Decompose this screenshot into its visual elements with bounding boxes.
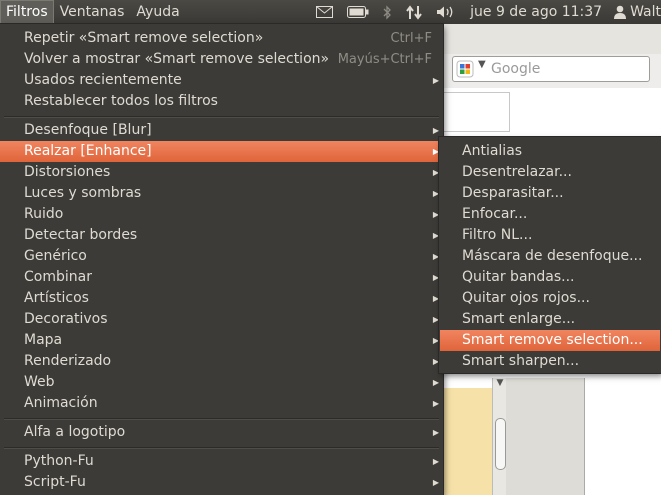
submenu-arrow-icon: ▶ [432, 378, 439, 387]
top-panel: Filtros Ventanas Ayuda jue 9 de ago 11:3… [0, 0, 661, 24]
yellow-panel [440, 388, 493, 495]
submenu-item-destripe[interactable]: Quitar bandas... [439, 267, 661, 288]
submenu-arrow-icon: ▶ [432, 478, 439, 487]
user-name: Walt [630, 4, 661, 20]
content-box [440, 92, 510, 132]
menu-item-light-shadow[interactable]: Luces y sombras ▶ [0, 183, 443, 204]
submenu-item-antialias[interactable]: Antialias [439, 141, 661, 162]
menu-separator [4, 116, 439, 117]
menu-item-blur[interactable]: Desenfoque [Blur] ▶ [0, 120, 443, 141]
user-icon [614, 5, 627, 19]
mail-icon[interactable] [316, 6, 334, 18]
app-menubar: Filtros Ventanas Ayuda [0, 0, 186, 24]
scrollbar-thumb[interactable] [495, 418, 506, 470]
menu-item-distorts[interactable]: Distorsiones ▶ [0, 162, 443, 183]
menu-item-enhance[interactable]: Realzar [Enhance] ▶ [0, 141, 443, 162]
scrollbar[interactable]: ▼ [492, 378, 507, 495]
submenu-item-deinterlace[interactable]: Desentrelazar... [439, 162, 661, 183]
bluetooth-icon[interactable] [383, 4, 392, 20]
menu-ventanas[interactable]: Ventanas [54, 0, 131, 24]
scroll-down-icon[interactable]: ▼ [494, 378, 506, 390]
submenu-arrow-icon: ▶ [432, 428, 439, 437]
network-arrows-icon[interactable] [406, 4, 422, 20]
menu-item-web[interactable]: Web ▶ [0, 372, 443, 393]
submenu-item-despeckle[interactable]: Desparasitar... [439, 183, 661, 204]
menu-item-animation[interactable]: Animación ▶ [0, 393, 443, 414]
submenu-item-smart-enlarge[interactable]: Smart enlarge... [439, 309, 661, 330]
shortcut-label: Mayús+Ctrl+F [337, 52, 432, 67]
menu-item-reshow[interactable]: Volver a mostrar «Smart remove selection… [0, 49, 443, 70]
menu-item-noise[interactable]: Ruido ▶ [0, 204, 443, 225]
menu-item-python-fu[interactable]: Python-Fu ▶ [0, 451, 443, 472]
menu-item-alpha-to-logo[interactable]: Alfa a logotipo ▶ [0, 422, 443, 443]
submenu-item-smart-sharpen[interactable]: Smart sharpen... [439, 351, 661, 372]
submenu-arrow-icon: ▶ [432, 399, 439, 408]
volume-icon[interactable] [436, 5, 456, 19]
menu-item-render[interactable]: Renderizado ▶ [0, 351, 443, 372]
menu-item-map[interactable]: Mapa ▶ [0, 330, 443, 351]
indicator-area: jue 9 de ago 11:37 Walt [302, 0, 661, 24]
enhance-submenu: Antialias Desentrelazar... Desparasitar.… [439, 137, 661, 373]
menu-separator [4, 447, 439, 448]
filters-menu: Repetir «Smart remove selection» Ctrl+F … [0, 24, 443, 495]
menu-item-artistic[interactable]: Artísticos ▶ [0, 288, 443, 309]
search-placeholder: Google [491, 61, 541, 77]
menu-item-reset-filters[interactable]: Restablecer todos los filtros [0, 91, 443, 112]
shortcut-label: Ctrl+F [390, 31, 432, 46]
clock[interactable]: jue 9 de ago 11:37 [470, 4, 602, 20]
menu-item-edge-detect[interactable]: Detectar bordes ▶ [0, 225, 443, 246]
battery-icon[interactable] [347, 6, 369, 18]
submenu-item-red-eye-removal[interactable]: Quitar ojos rojos... [439, 288, 661, 309]
submenu-arrow-icon: ▶ [432, 76, 439, 85]
submenu-item-nl-filter[interactable]: Filtro NL... [439, 225, 661, 246]
right-panel [584, 378, 661, 495]
google-icon[interactable] [456, 60, 474, 78]
search-input[interactable]: ▼ Google [452, 56, 650, 82]
menu-item-recently-used[interactable]: Usados recientemente ▶ [0, 70, 443, 91]
search-engine-dropdown-icon[interactable]: ▼ [478, 59, 486, 70]
menu-item-decor[interactable]: Decorativos ▶ [0, 309, 443, 330]
menu-item-repeat[interactable]: Repetir «Smart remove selection» Ctrl+F [0, 28, 443, 49]
menu-filtros[interactable]: Filtros [0, 0, 54, 24]
submenu-item-sharpen[interactable]: Enfocar... [439, 204, 661, 225]
menu-item-script-fu[interactable]: Script-Fu ▶ [0, 472, 443, 493]
menu-ayuda[interactable]: Ayuda [130, 0, 185, 24]
gray-panel [506, 378, 584, 495]
submenu-item-unsharp-mask[interactable]: Máscara de desenfoque... [439, 246, 661, 267]
menu-item-combine[interactable]: Combinar ▶ [0, 267, 443, 288]
submenu-arrow-icon: ▶ [432, 457, 439, 466]
menu-item-generic[interactable]: Genérico ▶ [0, 246, 443, 267]
menu-separator [4, 418, 439, 419]
user-menu[interactable]: Walt [614, 4, 661, 20]
submenu-item-smart-remove-selection[interactable]: Smart remove selection... [440, 330, 660, 351]
